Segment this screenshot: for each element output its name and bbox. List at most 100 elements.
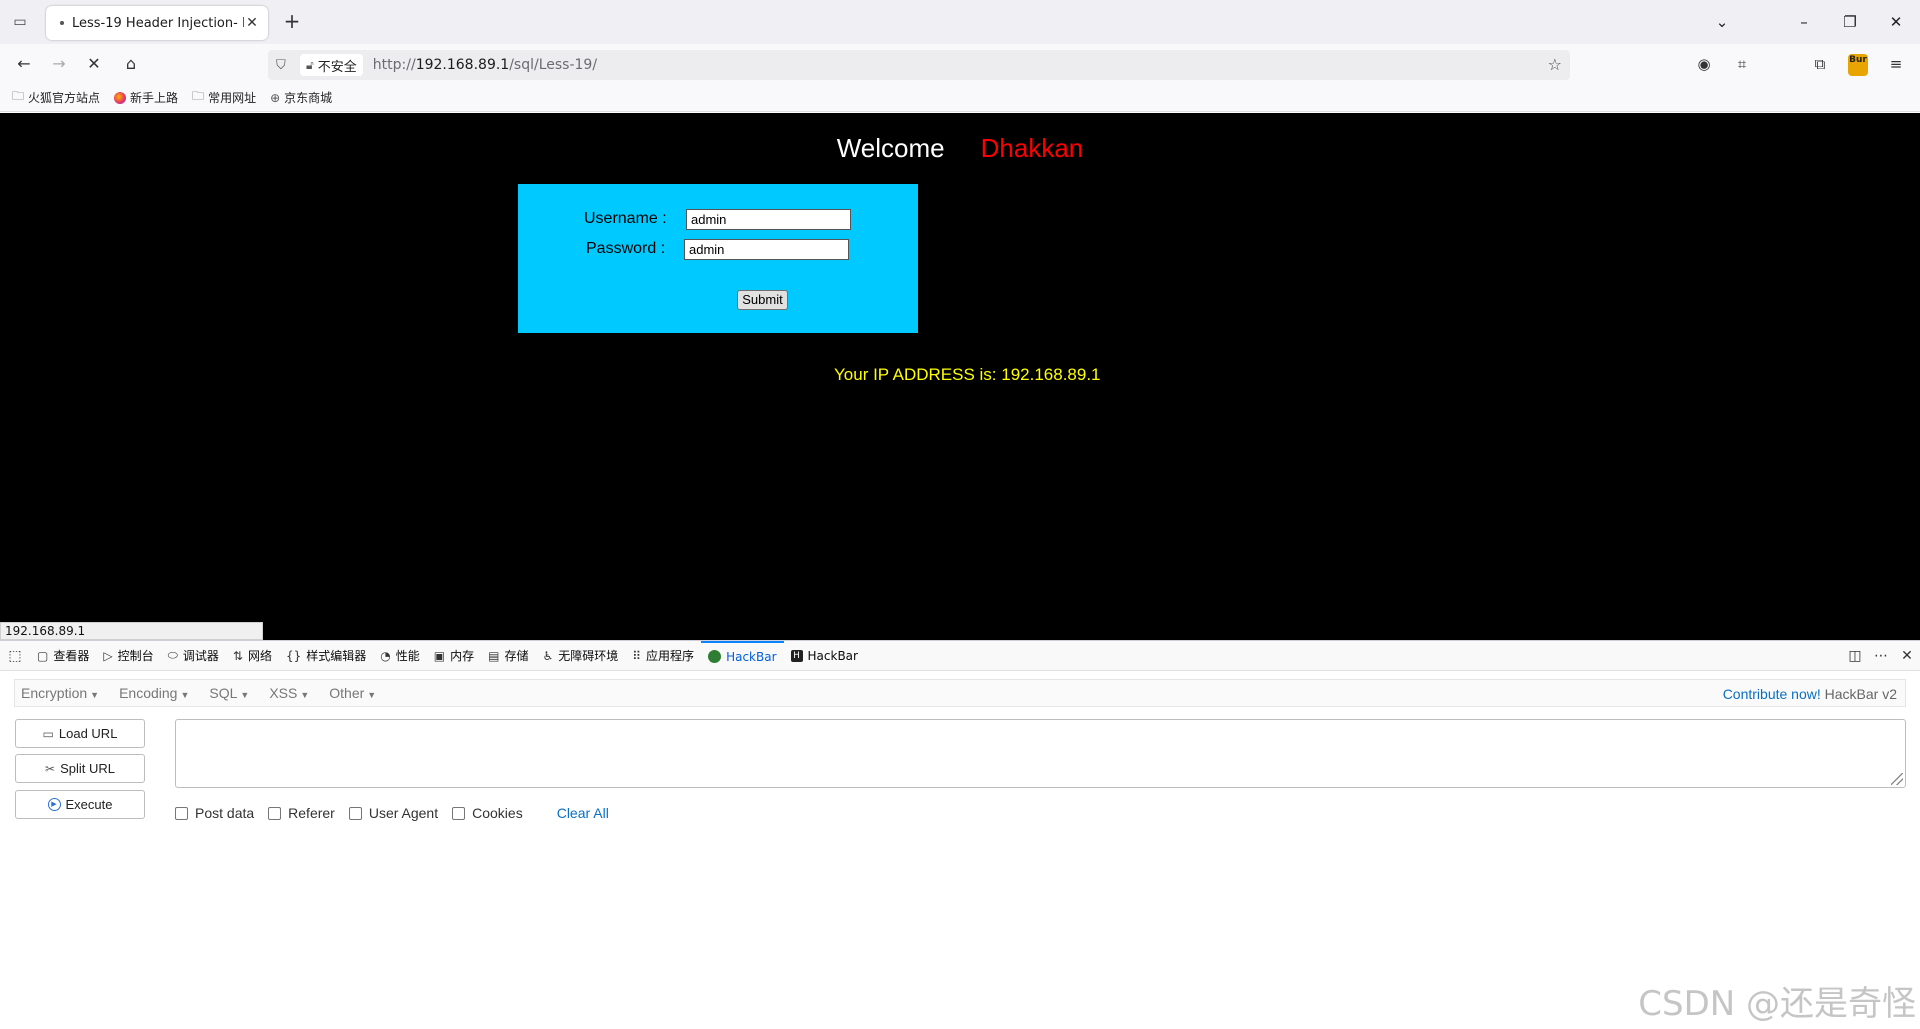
referer-checkbox[interactable]: Referer [268,805,335,821]
caret-down-icon: ▼ [180,690,190,700]
new-tab-icon[interactable]: + [280,10,304,34]
list-all-tabs-icon[interactable]: ⌄ [1702,8,1742,36]
forward-icon[interactable]: → [45,50,73,78]
back-icon[interactable]: ← [10,50,38,78]
browser-tab[interactable]: Less-19 Header Injection- Re ✕ [46,6,268,40]
tab-debugger[interactable]: ⬭ 调试器 [161,641,226,671]
tab-storage[interactable]: ▤ 存储 [481,641,535,671]
gauge-icon: ◔ [380,648,391,663]
firefox-icon [114,91,127,104]
watermark-text: CSDN @还是奇怪 [1638,984,1916,1024]
ip-address-text: Your IP ADDRESS is: 192.168.89.1 [834,365,1101,384]
username-label: Username : [584,210,667,227]
post-data-checkbox[interactable]: Post data [175,805,254,821]
tab-list-icon[interactable]: ▭ [8,10,32,34]
tab-strip: ▭ Less-19 Header Injection- Re ✕ + ⌄ – ❐… [0,0,1920,44]
tab-loading-dot [60,21,64,25]
bookmark-item[interactable]: 🗀︎ 火狐官方站点 [12,87,100,108]
play-icon: ▶ [47,798,61,811]
url-text[interactable]: http://192.168.89.1/sql/Less-19/ [373,57,597,73]
split-url-button[interactable]: ✂︎ Split URL [15,754,145,783]
burp-extension-icon[interactable]: Bur [1848,54,1868,76]
devtools-tab-bar: ⬚ ▢ 查看器 ▷ 控制台 ⬭ 调试器 ⇅ 网络 {} 样式编辑器 ◔ 性能 ▣ 内存 ▤ 存储… [0,640,1920,671]
restore-icon[interactable]: ❐ [1830,8,1870,36]
tab-performance[interactable]: ◔ 性能 [373,641,427,671]
execute-button[interactable]: ▶ Execute [15,790,145,819]
password-label: Password : [586,240,666,257]
scissors-icon: ✂︎ [45,761,56,776]
tab-style-editor[interactable]: {} 样式编辑器 [279,641,373,671]
username-input[interactable]: admin [686,209,851,230]
folder-icon: 🗀︎ [192,89,205,103]
memory-icon: ▣ [433,648,446,663]
tab-hackbar-active[interactable]: HackBar [701,640,784,671]
close-devtools-icon[interactable]: ✕ [1894,641,1920,671]
status-bar-url: 192.168.89.1 [0,622,263,640]
crop-icon[interactable]: ⌗ [1728,50,1756,78]
welcome-name: Dhakkan [980,133,1084,163]
menu-sql[interactable]: SQL ▼ [209,685,249,701]
bookmark-item[interactable]: ⊕ 京东商城 [270,89,332,106]
account-icon[interactable]: ◉ [1690,50,1718,78]
stop-icon[interactable]: ✕ [80,50,108,78]
checkbox-box[interactable] [452,806,466,820]
menu-other[interactable]: Other ▼ [329,685,376,701]
caret-down-icon: ▼ [90,690,100,700]
welcome-heading: Welcome Dhakkan [0,133,1920,164]
clear-all-link[interactable]: Clear All [557,805,609,821]
password-input[interactable]: admin [684,239,849,260]
menu-encryption[interactable]: Encryption ▼ [21,685,99,701]
bookmarks-bar: 🗀︎ 火狐官方站点 新手上路 🗀︎ 常用网址 ⊕ 京东商城 [0,84,1920,112]
accessibility-icon: ♿︎ [542,648,554,663]
tab-network[interactable]: ⇅ 网络 [226,641,279,671]
cookies-checkbox[interactable]: Cookies [452,805,523,821]
home-icon[interactable]: ⌂ [117,50,145,78]
tab-close-icon[interactable]: ✕ [244,15,260,31]
tab-memory[interactable]: ▣ 内存 [427,641,481,671]
tab-hackbar[interactable]: H HackBar [784,641,865,671]
extensions-icon[interactable]: ⧉ [1806,50,1834,78]
tab-application[interactable]: ⠿ 应用程序 [625,641,701,671]
debugger-icon: ⬭ [167,648,178,662]
broken-lock-icon: 🔓︎ [306,57,314,72]
user-agent-checkbox[interactable]: User Agent [348,805,438,821]
login-form: Username : admin Password : admin Submit [518,184,918,333]
insecure-badge[interactable]: 🔓︎ 不安全 [300,54,363,76]
shield-icon[interactable]: ⛉ [276,58,296,73]
load-url-button[interactable]: ▭ Load URL [15,719,145,748]
tab-title: Less-19 Header Injection- Re [72,15,244,31]
resize-grip-icon[interactable] [1891,773,1903,785]
tab-console[interactable]: ▷ 控制台 [96,641,160,671]
tab-inspector[interactable]: ▢ 查看器 [30,641,96,671]
hackbar-options: Post data Referer User Agent Cookies Cle… [175,805,609,821]
nav-bar: ← → ✕ ⌂ ⛉ 🔓︎ 不安全 http://192.168.89.1/sql… [0,44,1920,84]
inspector-icon: ▢ [37,648,49,663]
hackbar-contribute: Contribute now! HackBar v2 [1723,686,1897,702]
close-window-icon[interactable]: ✕ [1876,8,1916,36]
bookmark-star-icon[interactable]: ☆ [1548,55,1562,74]
checkbox-box[interactable] [268,806,282,820]
url-textarea[interactable] [175,719,1906,788]
bookmark-item[interactable]: 新手上路 [114,89,178,106]
element-picker-icon[interactable]: ⬚ [0,641,30,671]
tab-accessibility[interactable]: ♿︎ 无障碍环境 [535,641,625,671]
welcome-text: Welcome [836,133,945,163]
menu-icon[interactable]: ≡ [1882,50,1910,78]
braces-icon: {} [285,648,302,663]
menu-encoding[interactable]: Encoding ▼ [119,685,189,701]
url-bar[interactable]: ⛉ 🔓︎ 不安全 http://192.168.89.1/sql/Less-19… [268,50,1570,80]
caret-down-icon: ▼ [300,690,310,700]
hackbar-version: HackBar v2 [1824,686,1897,702]
checkbox-box[interactable] [175,806,188,820]
contribute-link[interactable]: Contribute now! [1723,686,1821,702]
dock-icon[interactable]: ◫ [1842,641,1868,671]
checkbox-box[interactable] [348,806,362,820]
minimize-icon[interactable]: – [1784,8,1824,36]
submit-button[interactable]: Submit [737,290,788,310]
more-options-icon[interactable]: ⋯ [1868,641,1894,671]
load-icon: ▭ [42,726,54,741]
menu-xss[interactable]: XSS ▼ [269,685,309,701]
devtools-panel: ⬚ ▢ 查看器 ▷ 控制台 ⬭ 调试器 ⇅ 网络 {} 样式编辑器 ◔ 性能 ▣ 内存 ▤ 存储… [0,640,1920,1029]
bookmark-item[interactable]: 🗀︎ 常用网址 [192,87,256,108]
network-icon: ⇅ [232,648,243,663]
